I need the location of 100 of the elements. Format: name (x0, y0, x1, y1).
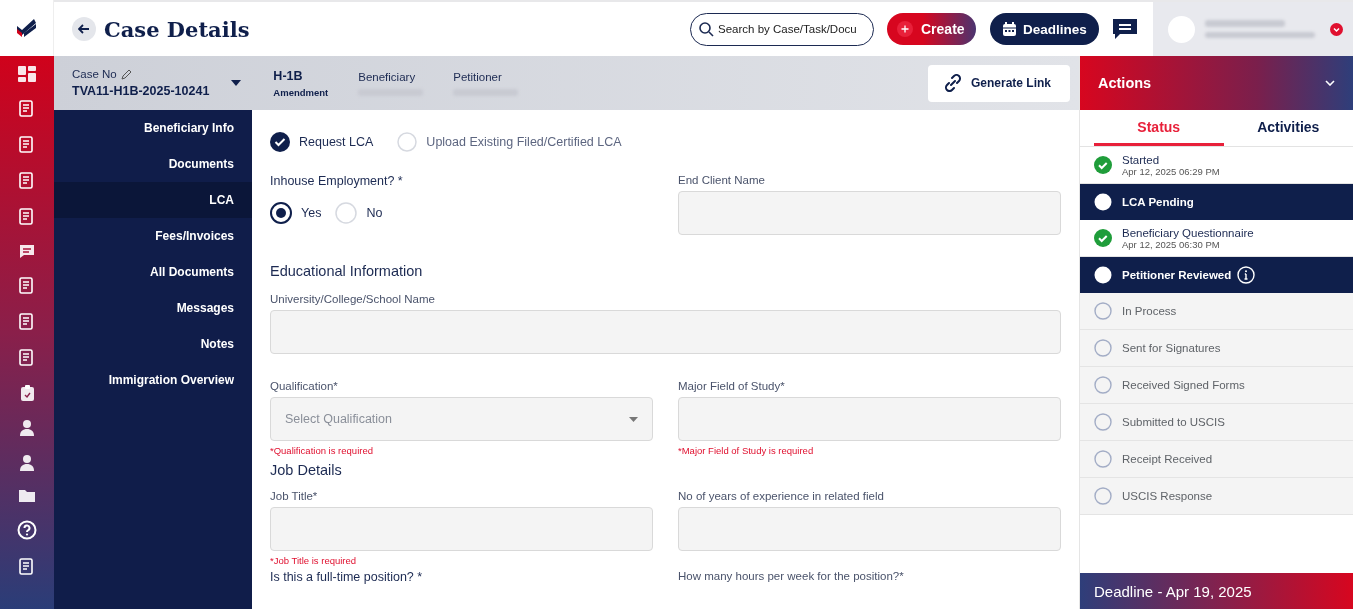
search-field[interactable]: Search by Case/Task/Docu (690, 12, 874, 46)
chevron-icon[interactable] (1325, 80, 1335, 86)
caret-icon (629, 416, 638, 422)
status-label: Beneficiary Questionnaire (1122, 226, 1254, 239)
status-row[interactable]: Received Signed Forms (1080, 367, 1353, 404)
document-icon[interactable] (19, 349, 35, 367)
status-label: USCIS Response (1122, 490, 1213, 502)
field-label: University/College/School Name (270, 293, 436, 305)
circle-icon (1094, 193, 1112, 211)
deadlines-button[interactable]: Deadlines (990, 13, 1099, 45)
folder-icon[interactable] (19, 489, 35, 502)
status-row[interactable]: In Process (1080, 293, 1353, 330)
status-label: Received Signed Forms (1122, 379, 1245, 391)
dashboard-icon[interactable] (18, 66, 36, 82)
section-heading: Educational Information (270, 263, 424, 279)
input-field[interactable] (678, 397, 1061, 441)
status-date: Apr 12, 2025 06:30 PM (1122, 238, 1220, 250)
option-label: No (366, 206, 383, 220)
document-icon[interactable] (19, 208, 35, 226)
status-date: Apr 12, 2025 06:29 PM (1122, 165, 1220, 177)
search-icon (699, 21, 714, 37)
nav-item[interactable]: All Documents (54, 254, 252, 290)
status-row[interactable]: Petitioner Reviewed (1080, 257, 1353, 293)
status-row[interactable]: LCA Pending (1080, 184, 1353, 220)
status-label: Submitted to USCIS (1122, 416, 1225, 428)
document-icon[interactable] (19, 558, 35, 576)
field-label: Qualification* (270, 380, 339, 392)
option-label: Upload Existing Filed/Certified LCA (426, 135, 622, 149)
input-field[interactable] (678, 191, 1061, 235)
field-label: Job Title* (270, 490, 319, 502)
status-row[interactable]: Submitted to USCIS (1080, 404, 1353, 441)
plus-icon (897, 21, 913, 37)
field-label: Major Field of Study* (678, 380, 786, 392)
create-button[interactable]: Create (887, 13, 976, 45)
circle-icon (1094, 450, 1112, 468)
generate-link-button[interactable]: Generate Link (928, 64, 1070, 102)
visa-type: H-1B (273, 68, 304, 83)
circle-icon (1094, 339, 1112, 357)
nav-item[interactable]: Documents (54, 146, 252, 182)
document-icon[interactable] (19, 313, 35, 331)
document-icon[interactable] (19, 172, 35, 190)
input-field[interactable] (678, 507, 1061, 551)
status-row[interactable]: USCIS Response (1080, 478, 1353, 515)
status-row[interactable]: Receipt Received (1080, 441, 1353, 478)
status-label: Petitioner Reviewed (1122, 269, 1232, 281)
nav-item[interactable]: LCA (54, 182, 252, 218)
check-circle-icon (1094, 229, 1112, 247)
status-row[interactable]: Sent for Signatures (1080, 330, 1353, 367)
option-label: Request LCA (299, 135, 374, 149)
beneficiary-label: Beneficiary (358, 70, 417, 83)
nav-item[interactable]: Notes (54, 326, 252, 362)
case-number: TVA11-H1B-2025-10241 (72, 84, 210, 98)
back-button[interactable] (72, 17, 96, 41)
circle-icon (1094, 266, 1112, 284)
chat-icon[interactable] (19, 244, 35, 259)
actions-title: Actions (1098, 75, 1152, 91)
input-field[interactable] (270, 507, 653, 551)
actions-header[interactable]: Actions (1080, 56, 1353, 110)
clipboard-icon[interactable] (20, 385, 34, 401)
logo-icon (15, 18, 38, 38)
nav-item[interactable]: Fees/Invoices (54, 218, 252, 254)
deadline-text: Deadline - Apr 19, 2025 (1094, 582, 1252, 600)
document-icon[interactable] (19, 100, 35, 118)
calendar-icon (1002, 21, 1017, 37)
document-icon[interactable] (19, 277, 35, 295)
back-arrow-icon (78, 24, 90, 34)
link-icon (944, 74, 962, 92)
chat-icon[interactable] (1112, 18, 1138, 40)
circle-icon (1094, 413, 1112, 431)
circle-icon (1094, 302, 1112, 320)
field-label: Inhouse Employment? * (270, 174, 404, 188)
person-icon[interactable] (19, 454, 35, 471)
radio-button[interactable] (270, 202, 292, 224)
status-label: Started (1122, 153, 1160, 166)
status-label: Sent for Signatures (1122, 342, 1221, 354)
field-label: Is this a full-time position? * (270, 570, 424, 584)
help-icon[interactable] (17, 520, 37, 540)
pencil-icon[interactable] (120, 68, 132, 80)
check-circle-icon (1094, 156, 1112, 174)
circle-icon (1094, 376, 1112, 394)
visa-subtype: Amendment (273, 86, 329, 98)
error-message: *Major Field of Study is required (678, 445, 815, 456)
circle-icon (1094, 487, 1112, 505)
option-label: Yes (301, 206, 322, 220)
caret-icon[interactable] (231, 80, 242, 86)
person-icon[interactable] (19, 419, 35, 436)
info-icon[interactable] (1237, 266, 1256, 284)
field-label: End Client Name (678, 174, 766, 186)
tab[interactable]: Activities (1223, 110, 1353, 146)
error-message: *Job Title is required (270, 555, 358, 566)
nav-item[interactable]: Beneficiary Info (54, 110, 252, 146)
page-title: Case Details (104, 16, 250, 42)
input-field[interactable] (270, 310, 1061, 354)
document-icon[interactable] (19, 136, 35, 154)
status-label: In Process (1122, 305, 1177, 317)
nav-item[interactable]: Immigration Overview (54, 362, 252, 398)
checked-radio[interactable] (270, 132, 290, 152)
case-no-label: Case No (72, 68, 117, 80)
nav-item[interactable]: Messages (54, 290, 252, 326)
field-label: No of years of experience in related field (678, 490, 885, 502)
